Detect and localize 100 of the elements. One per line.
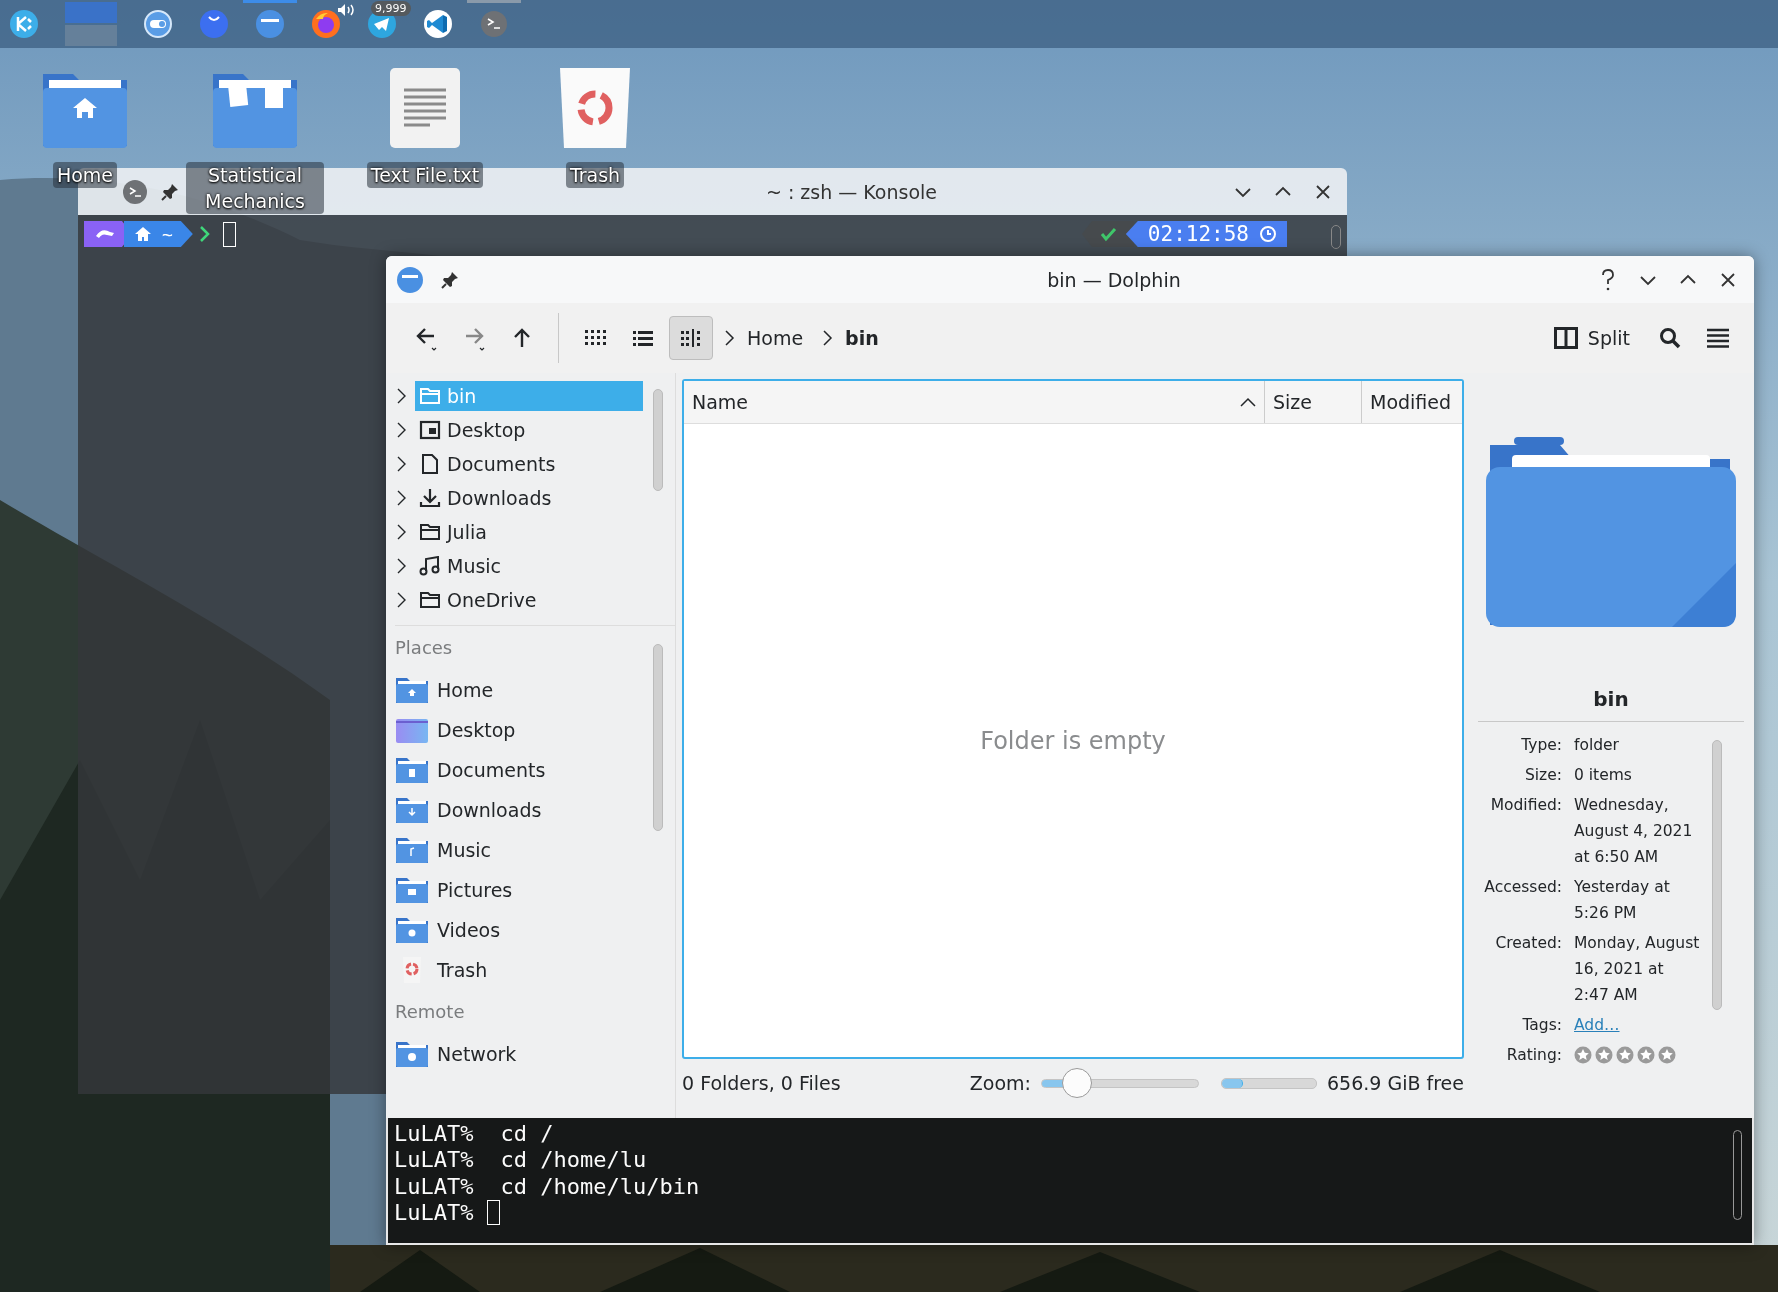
text-cursor [222,221,236,247]
property-value: Yesterday at 5:26 PM [1574,877,1671,924]
property-label: Accessed: [1483,877,1562,898]
status-check-icon [1081,221,1134,247]
chevron-right-icon [723,328,735,348]
places-item[interactable]: Downloads [395,790,643,830]
prompt-path: ~ [162,223,173,245]
menu-icon [1706,327,1730,349]
item-count: 0 Folders, 0 Files [682,1072,841,1094]
places-item[interactable]: Music [395,830,643,870]
shell-prompt: LuLAT% [394,1120,474,1146]
folder-icon [419,522,441,542]
folder-icon [395,676,429,704]
empty-folder-message: Folder is empty [980,726,1166,755]
folder-icon [395,796,429,824]
places-item[interactable]: Desktop [395,710,643,750]
details-view-button[interactable] [669,316,713,360]
window-title: ~ : zsh — Konsole [765,180,938,203]
shell-command: cd / [500,1120,554,1146]
folder-tree-item[interactable]: Downloads [415,483,643,513]
split-view-icon [1553,327,1578,349]
zoom-label: Zoom: [969,1072,1031,1094]
speaker-icon [337,3,355,17]
column-header[interactable]: Modified [1362,381,1462,423]
column-header[interactable]: Name [684,381,1265,423]
folder-icon [395,756,429,784]
chevron-right-icon [821,328,834,348]
desktop-folder-icon [395,716,429,744]
desktop-icon [419,420,441,440]
unread-badge: 9,999 [371,1,411,16]
property-label: Created: [1494,933,1562,954]
breadcrumb-link[interactable]: Home [747,327,804,349]
trash-bin-icon[interactable] [558,66,632,150]
download-icon [419,488,441,508]
scrollbar[interactable] [653,644,663,831]
text-cursor [487,1200,501,1226]
add-tags-link[interactable]: Add… [1574,1016,1620,1034]
places-item[interactable]: Trash [395,950,643,990]
folder-icon [395,876,429,904]
places-section-heading: Remote [395,1000,466,1024]
folder-icon [419,386,441,406]
folder-icon [395,916,429,944]
property-label: Type: [1520,735,1562,756]
browser-icon[interactable] [311,9,341,39]
search-icon [1658,326,1682,350]
task-indicator [467,0,521,3]
pin-icon[interactable] [440,269,460,290]
text-file-icon[interactable] [388,66,462,150]
prompt-time: 02:12:58 [1147,222,1249,246]
folder-tree-item[interactable]: Desktop [415,415,643,445]
places-item[interactable]: Pictures [395,870,643,910]
folder-tree-item[interactable]: Julia [415,517,643,547]
places-item[interactable]: Documents [395,750,643,790]
places-item[interactable]: Network [395,1034,643,1074]
folder-tree-item[interactable]: Music [415,551,643,581]
places-item[interactable]: Videos [395,910,643,950]
shell-prompt: LuLAT% [394,1200,474,1226]
places-section-heading: Places [395,636,454,660]
zoom-slider[interactable] [1041,1068,1199,1098]
music-note-icon [419,556,441,576]
shell-prompt: LuLAT% [394,1173,474,1199]
code-editor-icon[interactable] [423,9,453,39]
scrollbar[interactable] [653,389,663,491]
window-title: bin — Dolphin [1046,268,1182,291]
property-value: folder [1574,735,1620,756]
folder-tree-item[interactable]: OneDrive [415,585,643,615]
free-space-text: 656.9 GiB free [1327,1072,1464,1094]
home-icon [134,226,152,242]
property-label: Modified: [1489,795,1562,816]
property-label: Rating: [1505,1045,1562,1066]
folder-icon [419,590,441,610]
app-menu-icon[interactable] [9,9,39,39]
prompt-chevron-icon [198,225,211,243]
smile-app-icon[interactable] [199,9,229,39]
folder-icon [395,836,429,864]
folder-app-icon[interactable] [255,9,285,39]
terminal-icon [122,178,148,205]
property-label: Tags: [1521,1015,1562,1036]
clock-icon [1259,225,1277,243]
task-indicator [243,0,297,3]
folder-tree-item[interactable]: Documents [415,449,643,479]
property-label: Size: [1523,765,1562,786]
breadcrumb-link[interactable]: bin [845,327,879,349]
dolphin-app-icon [396,265,424,294]
shell-command: cd /home/lu/bin [500,1173,700,1199]
columns-icon [680,327,702,349]
file-name: bin [1593,687,1629,711]
property-value: Wednesday, August 4, 2021 at 6:50 AM [1574,795,1694,868]
places-item[interactable]: Home [395,670,643,710]
shell-command: cd /home/lu [500,1147,647,1173]
toggle-icon[interactable] [143,9,173,39]
shell-prompt: LuLAT% [394,1147,474,1173]
property-value: 0 items [1574,765,1633,786]
scrollbar[interactable] [1712,740,1722,1010]
pin-icon[interactable] [160,181,180,202]
terminal-icon[interactable] [479,9,509,39]
property-value: Monday, August 16, 2021 at 2:47 AM [1574,933,1701,1006]
folder-icon [395,1040,429,1068]
split-button[interactable]: Split [1549,323,1634,353]
column-header[interactable]: Size [1265,381,1362,423]
